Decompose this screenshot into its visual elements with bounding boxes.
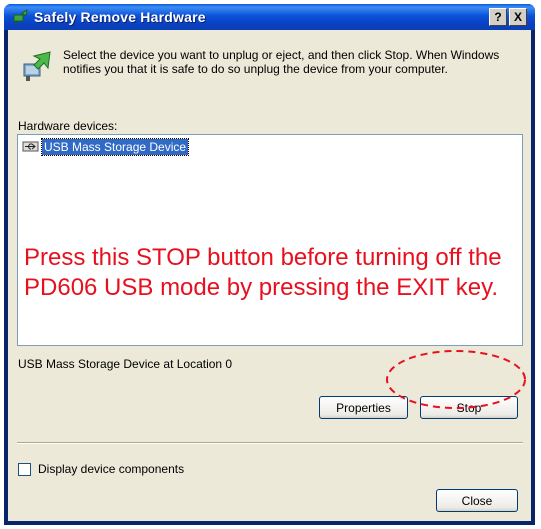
- divider: [17, 442, 523, 444]
- device-label: USB Mass Storage Device: [40, 137, 190, 156]
- title-bar[interactable]: Safely Remove Hardware ? X: [4, 4, 535, 30]
- hardware-icon: [13, 9, 28, 24]
- display-components-checkbox[interactable]: [18, 462, 31, 476]
- help-button[interactable]: ?: [489, 8, 507, 26]
- close-button[interactable]: Close: [436, 489, 518, 512]
- display-components-option[interactable]: Display device components: [18, 462, 184, 476]
- stop-button[interactable]: Stop: [420, 396, 518, 419]
- properties-button[interactable]: Properties: [319, 396, 408, 419]
- close-window-button[interactable]: X: [509, 8, 527, 26]
- display-components-label: Display device components: [38, 462, 185, 476]
- list-item[interactable]: USB Mass Storage Device: [22, 137, 190, 156]
- usb-device-icon: [22, 141, 39, 152]
- window-title: Safely Remove Hardware: [34, 9, 206, 25]
- eject-hardware-icon: [23, 51, 51, 81]
- hardware-devices-label: Hardware devices:: [18, 119, 118, 133]
- hardware-devices-list[interactable]: USB Mass Storage Device: [17, 134, 523, 346]
- annotation-text: Press this STOP button before turning of…: [24, 244, 502, 301]
- device-location-text: USB Mass Storage Device at Location 0: [18, 357, 233, 371]
- instruction-text: Select the device you want to unplug or …: [63, 48, 500, 76]
